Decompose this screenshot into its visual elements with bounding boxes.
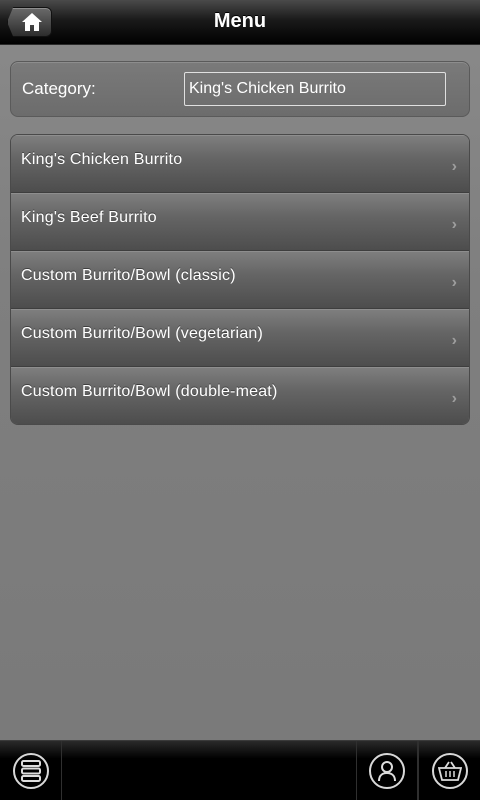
list-item-label: King's Chicken Burrito (21, 151, 183, 168)
user-button[interactable] (356, 741, 418, 800)
list-item-label: Custom Burrito/Bowl (classic) (21, 267, 236, 284)
chevron-right-icon: › (451, 158, 457, 175)
server-list-button[interactable] (0, 741, 62, 800)
app-screen: Menu Category: King's Chicken Burrito › … (0, 0, 480, 800)
category-label: Category: (22, 79, 96, 98)
list-item[interactable]: King's Chicken Burrito › (11, 135, 469, 193)
chevron-right-icon: › (451, 274, 457, 291)
page-title: Menu (213, 10, 267, 32)
chevron-right-icon: › (451, 332, 457, 349)
list-item-label: King's Beef Burrito (21, 209, 157, 226)
basket-button[interactable] (418, 741, 480, 800)
category-panel: Category: (10, 61, 470, 117)
home-icon (22, 13, 42, 31)
list-item[interactable]: Custom Burrito/Bowl (classic) › (11, 251, 469, 309)
list-item[interactable]: King's Beef Burrito › (11, 193, 469, 251)
home-button[interactable] (7, 7, 52, 37)
list-item[interactable]: Custom Burrito/Bowl (vegetarian) › (11, 309, 469, 367)
bottom-toolbar (0, 740, 480, 800)
category-field[interactable] (184, 72, 446, 106)
basket-icon (437, 761, 462, 781)
list-item[interactable]: Custom Burrito/Bowl (double-meat) › (11, 367, 469, 424)
menu-list: King's Chicken Burrito › King's Beef Bur… (10, 134, 470, 425)
chevron-right-icon: › (451, 216, 457, 233)
list-item-label: Custom Burrito/Bowl (double-meat) (21, 383, 278, 400)
user-icon (378, 761, 396, 782)
list-item-label: Custom Burrito/Bowl (vegetarian) (21, 325, 264, 342)
chevron-right-icon: › (451, 390, 457, 407)
header-bar: Menu (0, 0, 480, 45)
server-list-icon (20, 760, 41, 782)
